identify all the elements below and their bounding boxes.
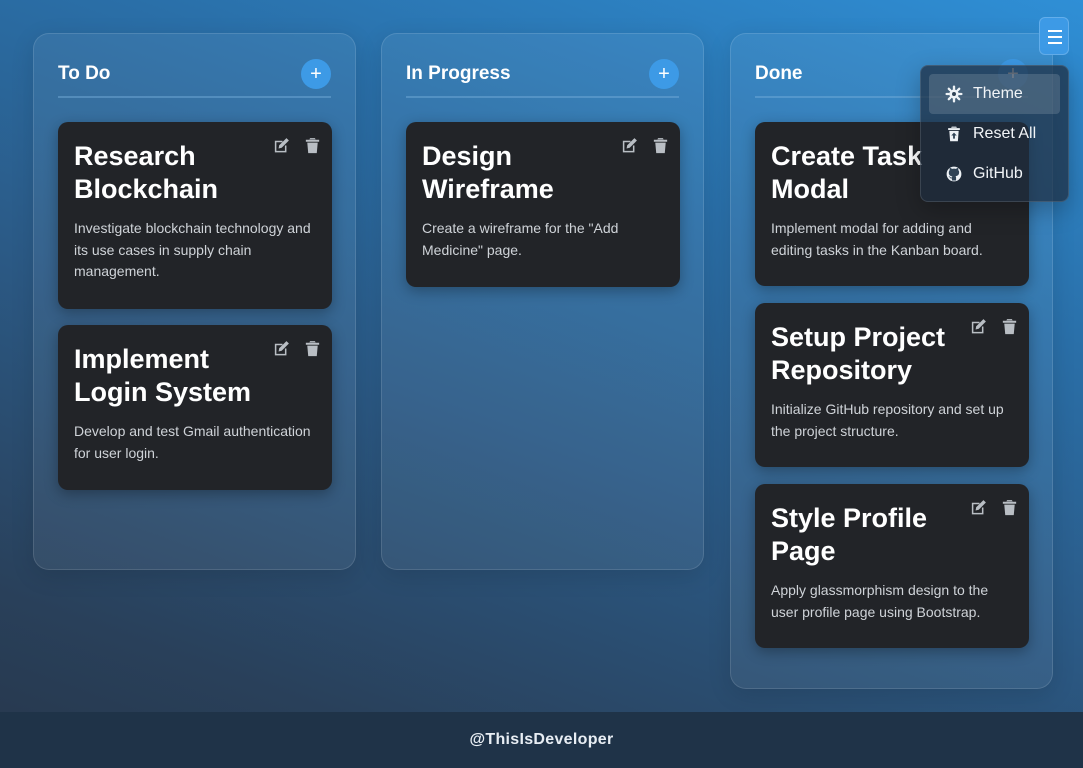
- hamburger-icon: [1048, 30, 1062, 32]
- edit-icon[interactable]: [969, 498, 988, 517]
- column-todo: To Do + Research Blockchain Investigate …: [33, 33, 356, 570]
- column-title: In Progress: [406, 63, 511, 84]
- menu-item-label: Theme: [973, 85, 1023, 102]
- column-header: To Do +: [58, 56, 331, 98]
- card-title: Setup Project Repository: [771, 322, 946, 385]
- trash-icon[interactable]: [1000, 498, 1019, 517]
- menu-item-label: GitHub: [973, 165, 1023, 182]
- column-in-progress: In Progress + Design Wireframe Create a …: [381, 33, 704, 570]
- card-description: Implement modal for adding and editing t…: [771, 220, 983, 258]
- card-title: Implement Login System: [74, 344, 252, 407]
- card-actions: [969, 317, 1019, 336]
- card-description: Create a wireframe for the "Add Medicine…: [422, 220, 619, 258]
- column-title: Done: [755, 63, 803, 84]
- task-card[interactable]: Style Profile Page Apply glassmorphism d…: [755, 484, 1029, 648]
- menu-item-label: Reset All: [973, 125, 1037, 142]
- add-task-button[interactable]: +: [649, 59, 679, 89]
- trash-icon[interactable]: [1000, 317, 1019, 336]
- column-header: In Progress +: [406, 56, 679, 98]
- card-description: Develop and test Gmail authentication fo…: [74, 423, 311, 461]
- menu-item-theme[interactable]: Theme: [929, 74, 1060, 114]
- footer: @ThisIsDeveloper: [0, 712, 1083, 768]
- footer-text: @ThisIsDeveloper: [469, 731, 614, 748]
- trash-icon[interactable]: [651, 136, 670, 155]
- kanban-board: To Do + Research Blockchain Investigate …: [0, 0, 1083, 712]
- card-actions: [969, 498, 1019, 517]
- task-card[interactable]: Design Wireframe Create a wireframe for …: [406, 122, 680, 287]
- trash-arrow-icon: [945, 125, 963, 143]
- gear-icon: [945, 85, 963, 103]
- trash-icon[interactable]: [303, 136, 322, 155]
- card-description: Initialize GitHub repository and set up …: [771, 401, 1004, 439]
- card-description: Apply glassmorphism design to the user p…: [771, 582, 989, 620]
- task-card[interactable]: Setup Project Repository Initialize GitH…: [755, 303, 1029, 467]
- add-task-button[interactable]: +: [301, 59, 331, 89]
- card-title: Style Profile Page: [771, 503, 928, 566]
- task-card[interactable]: Implement Login System Develop and test …: [58, 325, 332, 490]
- menu-item-reset-all[interactable]: Reset All: [929, 114, 1060, 154]
- card-description: Investigate blockchain technology and it…: [74, 220, 311, 279]
- column-title: To Do: [58, 63, 111, 84]
- card-actions: [272, 339, 322, 358]
- dropdown-menu: Theme Reset All GitHub: [920, 65, 1069, 202]
- card-actions: [620, 136, 670, 155]
- edit-icon[interactable]: [969, 317, 988, 336]
- card-title: Design Wireframe: [422, 141, 554, 204]
- task-card[interactable]: Research Blockchain Investigate blockcha…: [58, 122, 332, 309]
- trash-icon[interactable]: [303, 339, 322, 358]
- card-title: Research Blockchain: [74, 141, 219, 204]
- edit-icon[interactable]: [272, 339, 291, 358]
- menu-item-github[interactable]: GitHub: [929, 154, 1060, 194]
- edit-icon[interactable]: [620, 136, 639, 155]
- card-actions: [272, 136, 322, 155]
- menu-toggle-button[interactable]: [1039, 17, 1069, 55]
- edit-icon[interactable]: [272, 136, 291, 155]
- github-icon: [945, 165, 963, 183]
